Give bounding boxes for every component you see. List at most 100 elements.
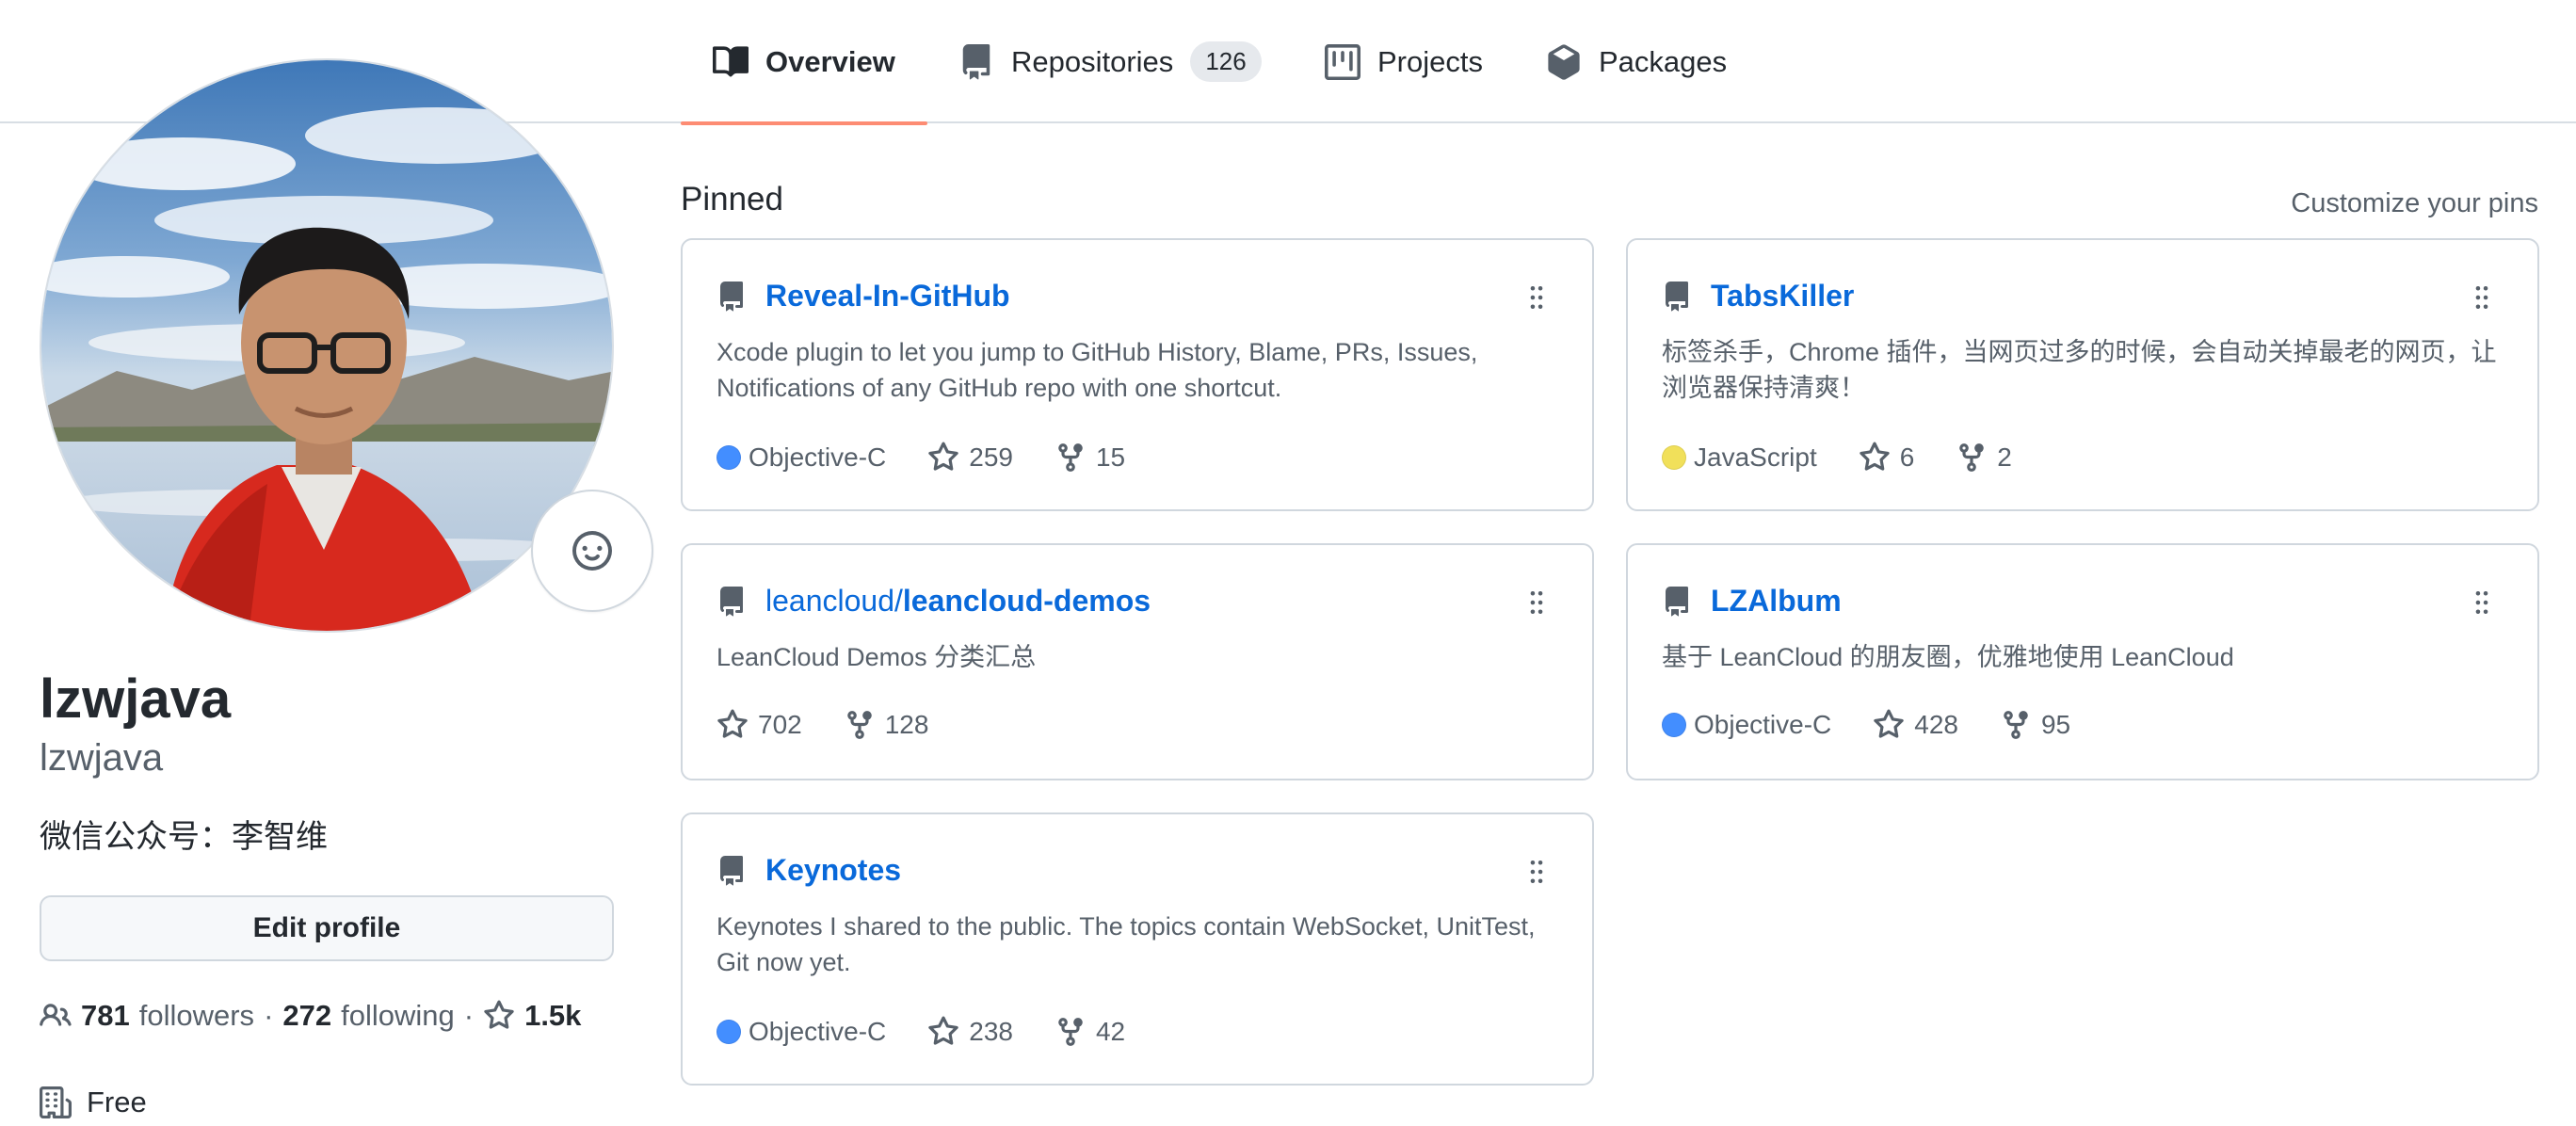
repo-name-link[interactable]: leancloud/leancloud-demos xyxy=(765,581,1151,620)
repo-name-link[interactable]: Reveal-In-GitHub xyxy=(765,276,1010,315)
repo-stars: 702 xyxy=(758,710,802,739)
repo-icon xyxy=(720,856,743,886)
repo-stars: 259 xyxy=(969,442,1013,472)
fork-icon xyxy=(2004,711,2028,739)
repo-forks-link[interactable]: 15 xyxy=(1055,442,1125,474)
fork-icon xyxy=(846,711,872,739)
repo-name-link[interactable]: LZAlbum xyxy=(1711,581,1842,620)
star-icon xyxy=(717,709,748,738)
pinned-repo-card: LZAlbum 基于 LeanCloud 的朋友圈，优雅地使用 LeanClou… xyxy=(1626,543,2539,780)
repo-stars-link[interactable]: 428 xyxy=(1873,709,1958,741)
repo-description: Keynotes I shared to the public. The top… xyxy=(716,912,1536,976)
following-link[interactable]: 272 following xyxy=(282,996,454,1036)
tab-packages[interactable]: Packages xyxy=(1546,0,1727,123)
repo-name: Reveal-In-GitHub xyxy=(765,279,1010,313)
repo-name-link[interactable]: Keynotes xyxy=(765,850,901,890)
pinned-repo-card: leancloud/leancloud-demos LeanCloud Demo… xyxy=(681,543,1594,780)
tab-projects-label: Projects xyxy=(1377,44,1483,78)
tab-packages-label: Packages xyxy=(1599,44,1728,78)
tab-overview[interactable]: Overview xyxy=(681,0,927,125)
repo-stars: 428 xyxy=(1914,710,1958,739)
avatar[interactable] xyxy=(40,58,614,633)
repo-name: Keynotes xyxy=(765,853,902,887)
profile-plan: Free xyxy=(40,1083,147,1122)
smiley-icon xyxy=(572,531,612,571)
language-color-dot xyxy=(1662,713,1686,737)
separator-dot: · xyxy=(463,999,475,1032)
repo-stars-link[interactable]: 238 xyxy=(927,1016,1013,1048)
repo-forks: 42 xyxy=(1095,1017,1126,1046)
stars-link[interactable]: 1.5k xyxy=(483,996,590,1036)
repo-stars-link[interactable]: 259 xyxy=(927,442,1013,474)
repo-description: 基于 LeanCloud 的朋友圈，优雅地使用 LeanCloud xyxy=(1662,643,2234,671)
repo-language: Objective-C xyxy=(1662,710,1831,740)
project-icon xyxy=(1325,43,1360,80)
repo-meta: Objective-C 259 15 xyxy=(716,442,1167,474)
profile-login: lzwjava xyxy=(40,737,164,779)
repo-forks-link[interactable]: 42 xyxy=(1055,1016,1125,1048)
repo-name: TabsKiller xyxy=(1711,279,1855,313)
star-icon xyxy=(484,1000,514,1029)
repo-meta: Objective-C 428 95 xyxy=(1662,709,2112,741)
repo-stars-link[interactable]: 702 xyxy=(716,709,802,741)
pinned-heading: Pinned xyxy=(681,181,783,217)
language-color-dot xyxy=(716,1020,741,1044)
stars-count: 1.5k xyxy=(524,999,582,1032)
package-icon xyxy=(1548,43,1580,80)
followers-count: 781 xyxy=(81,999,130,1032)
repo-name-link[interactable]: TabsKiller xyxy=(1711,276,1854,315)
language-color-dot xyxy=(1662,445,1686,470)
drag-handle-icon[interactable] xyxy=(1528,285,1545,310)
language-color-dot xyxy=(716,445,741,470)
repo-language: Objective-C xyxy=(716,442,886,473)
star-icon xyxy=(928,1016,959,1045)
repo-stars: 238 xyxy=(969,1017,1013,1046)
tab-repositories[interactable]: Repositories 126 xyxy=(958,0,1262,123)
followers-link[interactable]: 781 followers xyxy=(81,996,254,1036)
tab-projects[interactable]: Projects xyxy=(1325,0,1483,123)
fork-icon xyxy=(1058,1018,1083,1046)
repo-stars-link[interactable]: 6 xyxy=(1859,442,1915,474)
language-name: Objective-C xyxy=(1694,710,1832,739)
star-icon xyxy=(928,442,959,471)
plan-label: Free xyxy=(87,1086,147,1118)
avatar-container xyxy=(40,58,653,633)
tab-overview-label: Overview xyxy=(765,44,895,78)
language-name: Objective-C xyxy=(749,442,887,472)
drag-handle-icon[interactable] xyxy=(1528,590,1545,615)
organization-icon xyxy=(40,1086,72,1118)
fork-icon xyxy=(1959,443,1985,472)
book-icon xyxy=(713,45,749,76)
drag-handle-icon[interactable] xyxy=(2473,590,2490,615)
pinned-repo-card: Keynotes Keynotes I shared to the public… xyxy=(681,812,1594,1086)
repo-meta: 702 128 xyxy=(716,709,970,741)
profile-social-counts: 781 followers · 272 following · 1.5k xyxy=(40,996,590,1036)
star-icon xyxy=(1859,442,1890,471)
repo-forks: 2 xyxy=(1997,442,2012,472)
edit-profile-button[interactable]: Edit profile xyxy=(40,895,614,961)
drag-handle-icon[interactable] xyxy=(1528,860,1545,884)
star-icon xyxy=(1874,709,1905,738)
repo-forks-link[interactable]: 128 xyxy=(844,709,929,741)
repo-forks: 128 xyxy=(884,710,929,739)
customize-pins-link[interactable]: Customize your pins xyxy=(2291,186,2538,220)
repo-description: LeanCloud Demos 分类汇总 xyxy=(716,643,1037,671)
repo-icon xyxy=(720,282,743,312)
repo-description: 标签杀手，Chrome 插件，当网页过多的时候，会自动关掉最老的网页，让浏览器保… xyxy=(1662,338,2497,402)
set-status-button[interactable] xyxy=(531,490,653,612)
repo-forks: 15 xyxy=(1095,442,1126,472)
repo-meta: Objective-C 238 42 xyxy=(716,1016,1167,1048)
repo-stars: 6 xyxy=(1899,442,1915,472)
repo-meta: JavaScript 6 2 xyxy=(1662,442,2053,474)
repo-icon xyxy=(1666,282,1688,312)
drag-handle-icon[interactable] xyxy=(2473,285,2490,310)
profile-bio: 微信公众号：李智维 xyxy=(40,819,328,855)
repo-forks-link[interactable]: 2 xyxy=(1956,442,2012,474)
profile-fullname: lzwjava xyxy=(40,668,232,730)
pinned-repo-card: Reveal-In-GitHub Xcode plugin to let you… xyxy=(681,238,1594,511)
people-icon xyxy=(40,1004,72,1026)
repo-forks-link[interactable]: 95 xyxy=(2000,709,2070,741)
pinned-repo-card: TabsKiller 标签杀手，Chrome 插件，当网页过多的时候，会自动关掉… xyxy=(1626,238,2539,511)
separator-dot: · xyxy=(264,999,274,1032)
repo-language: JavaScript xyxy=(1662,442,1817,473)
